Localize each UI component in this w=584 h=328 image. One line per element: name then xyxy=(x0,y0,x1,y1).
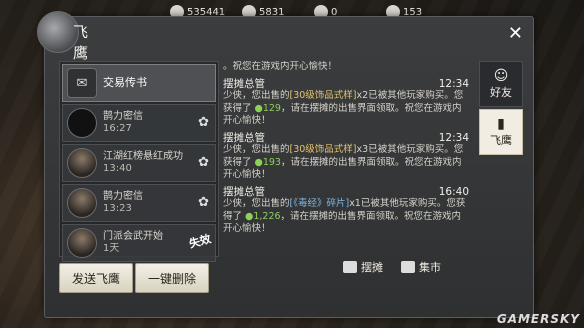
delete-all-button[interactable]: 一键删除 xyxy=(135,263,209,293)
coin-amount: ●129 xyxy=(254,102,281,114)
mail-item-time: 13:40 xyxy=(103,163,132,174)
item-name: [30级饰品式样] xyxy=(289,144,357,155)
stall-label: 摆摊 xyxy=(361,261,383,274)
mail-list: ✉ 交易传书 鹊力密信 16:27 ✿ 江湖红榜悬红成功 13:40 ✿ 鹊力密… xyxy=(59,61,219,262)
mail-item-time: 1天 xyxy=(103,243,120,254)
mail-item-title: 江湖红榜悬红成功 xyxy=(103,151,183,162)
message-sender: 摆摊总管 xyxy=(223,77,265,90)
expired-stamp: 失效 xyxy=(187,232,213,251)
send-mail-button[interactable]: 发送飞鹰 xyxy=(59,263,133,293)
message-body: 少侠，您出售的[30级饰品式样]x2已被其他玩家购买。您获得了 ●129，请在摆… xyxy=(223,90,464,126)
watermark: GAMERSKY xyxy=(496,312,580,326)
title-wrap: 飞鹰 xyxy=(37,11,88,62)
tab-mail[interactable]: ▮ 飞鹰 xyxy=(479,109,523,155)
avatar xyxy=(67,108,97,138)
message: 摆摊总管 16:40 少侠，您出售的[《毒经》碎片]x1已被其他玩家购买。您获得了… xyxy=(223,186,469,236)
item-name: [《毒经》碎片] xyxy=(289,198,350,209)
feather-icon: ✿ xyxy=(198,195,209,210)
mail-item-title: 交易传书 xyxy=(103,76,147,89)
avatar xyxy=(67,148,97,178)
avatar xyxy=(67,228,97,258)
message-time: 12:34 xyxy=(438,131,469,144)
market-link[interactable]: 集市 xyxy=(401,259,441,275)
scroll-icon: ✉ xyxy=(67,68,97,98)
avatar xyxy=(67,188,97,218)
mail-item-time: 13:23 xyxy=(103,203,132,214)
market-icon xyxy=(401,261,415,273)
message-time: 12:34 xyxy=(438,77,469,90)
feather-icon: ✿ xyxy=(198,115,209,130)
stall-icon xyxy=(343,261,357,273)
message-fragment: 。祝您在游戏内开心愉快！ xyxy=(223,61,338,72)
feather-icon: ✿ xyxy=(198,155,209,170)
message-body: 少侠，您出售的[30级饰品式样]x3已被其他玩家购买。您获得了 ●193，请在摆… xyxy=(223,144,464,180)
mail-item-title: 鹊力密信 xyxy=(103,191,143,202)
message-sender: 摆摊总管 xyxy=(223,131,265,144)
letter-icon: ▮ xyxy=(497,116,505,132)
friends-icon: ☺ xyxy=(493,68,509,84)
message: 摆摊总管 12:34 少侠，您出售的[30级饰品式样]x2已被其他玩家购买。您获得… xyxy=(223,78,469,128)
mail-item-title: 鹊力密信 xyxy=(103,111,143,122)
mail-item-time: 16:27 xyxy=(103,123,132,134)
mail-dialog: 飞鹰 ✕ ✉ 交易传书 鹊力密信 16:27 ✿ 江湖红榜悬红成功 13:40 … xyxy=(37,11,534,318)
message-body: 少侠，您出售的[《毒经》碎片]x1已被其他玩家购买。您获得了 ●1,226，请在… xyxy=(223,198,466,234)
message-time: 16:40 xyxy=(438,185,469,198)
message-sender: 摆摊总管 xyxy=(223,185,265,198)
mail-item-trade[interactable]: ✉ 交易传书 xyxy=(62,64,216,102)
mail-item[interactable]: 门派会武开始 1天 失效 xyxy=(62,224,216,262)
mail-item[interactable]: 鹊力密信 16:27 ✿ xyxy=(62,104,216,142)
tab-label: 飞鹰 xyxy=(490,134,512,147)
market-label: 集市 xyxy=(419,261,441,274)
mail-item-title: 门派会武开始 xyxy=(103,231,163,242)
bottom-links: 摆摊 集市 xyxy=(343,259,441,275)
tab-label: 好友 xyxy=(490,86,512,99)
message-panel: 。祝您在游戏内开心愉快！ 摆摊总管 12:34 少侠，您出售的[30级饰品式样]x… xyxy=(223,61,469,271)
dialog-title: 飞鹰 xyxy=(73,23,91,62)
stall-link[interactable]: 摆摊 xyxy=(343,259,383,275)
item-name: [30级饰品式样] xyxy=(289,90,357,101)
coin-amount: ●193 xyxy=(254,156,281,168)
mail-item[interactable]: 鹊力密信 13:23 ✿ xyxy=(62,184,216,222)
close-icon[interactable]: ✕ xyxy=(508,23,523,44)
coin-amount: ●1,226 xyxy=(245,210,281,222)
side-tabs: ☺ 好友 ▮ 飞鹰 xyxy=(479,61,523,157)
message: 摆摊总管 12:34 少侠，您出售的[30级饰品式样]x3已被其他玩家购买。您获得… xyxy=(223,132,469,182)
mail-item[interactable]: 江湖红榜悬红成功 13:40 ✿ xyxy=(62,144,216,182)
tab-friends[interactable]: ☺ 好友 xyxy=(479,61,523,107)
